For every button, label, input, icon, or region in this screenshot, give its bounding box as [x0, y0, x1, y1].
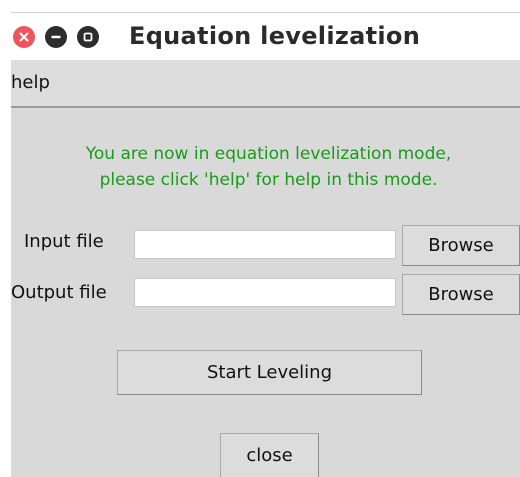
title-bar: Equation levelization: [11, 12, 520, 60]
minimize-glyph: [51, 35, 61, 39]
levelization-window: Equation levelization help You are now i…: [11, 12, 520, 477]
close-button[interactable]: close: [220, 433, 319, 477]
window-title: Equation levelization: [129, 22, 421, 50]
minimize-icon[interactable]: [45, 26, 67, 48]
mode-info-line-2: please click 'help' for help in this mod…: [99, 170, 438, 190]
menu-bar: help: [11, 60, 520, 108]
output-file-field[interactable]: [134, 278, 396, 307]
close-x-glyph: [19, 32, 29, 42]
close-icon[interactable]: [13, 26, 35, 48]
browse-output-button[interactable]: Browse: [402, 274, 520, 315]
menu-item-help[interactable]: help: [11, 72, 50, 93]
mode-info-line-1: You are now in equation levelization mod…: [85, 144, 452, 164]
maximize-icon[interactable]: [77, 26, 99, 48]
output-file-label: Output file: [11, 282, 107, 303]
input-file-field[interactable]: [134, 230, 396, 259]
browse-input-button[interactable]: Browse: [402, 225, 520, 266]
start-leveling-button[interactable]: Start Leveling: [117, 350, 422, 395]
input-file-label: Input file: [24, 231, 104, 252]
maximize-glyph: [83, 32, 93, 42]
